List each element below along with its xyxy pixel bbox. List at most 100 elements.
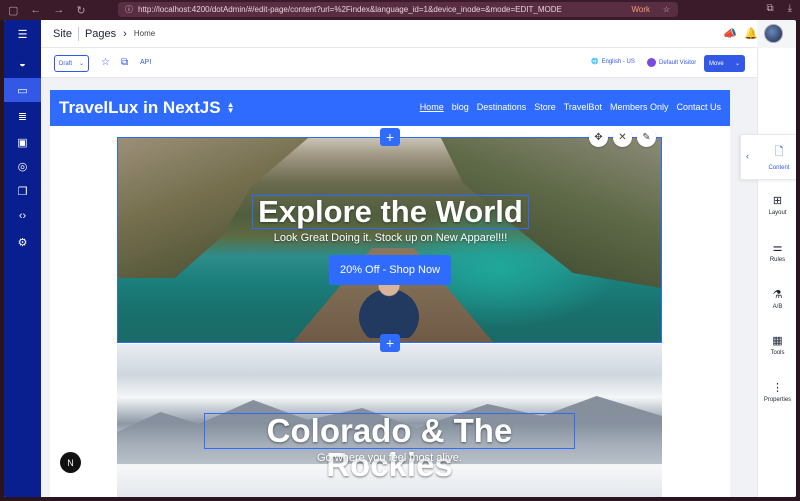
avatar[interactable]	[764, 24, 783, 43]
chevron-down-icon: ⌄	[78, 61, 84, 67]
reload-icon[interactable]: ↻	[76, 4, 85, 17]
hero-banner-explore[interactable]: Explore the World Look Great Doing it. S…	[117, 137, 662, 343]
breadcrumb: Site Pages › Home	[53, 26, 156, 41]
add-block-above-button[interactable]: +	[380, 128, 400, 146]
tab-tools-label: Tools	[770, 350, 785, 356]
back-icon[interactable]: ←	[30, 4, 41, 17]
add-block-between-button[interactable]: +	[380, 334, 400, 352]
copy-icon[interactable]: ❐	[4, 179, 41, 203]
nav-link-destinations[interactable]: Destinations	[477, 102, 527, 112]
info-icon: ⓘ	[125, 5, 133, 14]
layout-icon: ⊞	[772, 195, 783, 207]
editor-canvas: TravelLux in NextJS ▲ ▼ Home blog Destina…	[41, 78, 757, 497]
language-label: English - US	[601, 58, 635, 65]
dev-tools-icon[interactable]: ‹›	[4, 204, 41, 228]
bookmark-icon[interactable]: ☆	[663, 2, 670, 17]
media-icon[interactable]: ▣	[4, 130, 41, 154]
block-controls: ✥ ✕ ✎	[589, 128, 656, 147]
tab-tools[interactable]: ▦ Tools	[758, 334, 796, 356]
hero-subtitle: Look Great Doing it. Stock up on New App…	[273, 232, 508, 244]
edit-pencil-icon[interactable]: ✎	[637, 128, 656, 147]
tab-layout[interactable]: ⊞ Layout	[758, 194, 796, 216]
tab-rules[interactable]: ⚌ Rules	[758, 241, 796, 263]
settings-icon[interactable]: ⚙	[4, 230, 41, 254]
url-text: http://localhost:4200/dotAdmin/#/edit-pa…	[138, 5, 562, 14]
move-button[interactable]: Move ⌄	[704, 55, 745, 72]
extensions-icon[interactable]: ⧉	[766, 3, 773, 14]
hero-title[interactable]: Explore the World	[252, 195, 529, 229]
document-icon: 🗋	[774, 146, 784, 158]
site-browser-icon[interactable]: ▭	[4, 78, 41, 102]
editor-toolbar: Draft ⌄ ☆ ⧉ API 🌐 English - US Default V…	[41, 48, 757, 78]
more-vertical-icon: ⋮	[772, 382, 783, 394]
site-header: TravelLux in NextJS ▲ ▼ Home blog Destina…	[50, 90, 730, 126]
marketing-icon[interactable]: ◎	[4, 154, 41, 178]
drag-handle-icon[interactable]: ✥	[589, 128, 608, 147]
globe-icon: 🌐	[591, 59, 599, 65]
nav-link-members[interactable]: Members Only	[610, 102, 669, 112]
dotcms-app: ☰ ◒ ▭ ≣ ▣ ◎ ❐ ‹› ⚙ Site Pages › Home 📣 🔔…	[4, 20, 796, 497]
persona-icon	[647, 58, 656, 67]
tab-properties-label: Properties	[763, 397, 792, 403]
move-label: Move	[709, 60, 724, 67]
nav-link-home[interactable]: Home	[420, 102, 444, 112]
content-icon[interactable]: ≣	[4, 104, 41, 128]
delete-icon[interactable]: ✕	[613, 128, 632, 147]
draft-label: Draft	[59, 60, 73, 67]
announcements-icon[interactable]: 📣	[723, 27, 737, 40]
nav-link-travelbot[interactable]: TravelBot	[564, 102, 602, 112]
dotcms-logo-icon[interactable]: ◒	[4, 52, 41, 76]
nav-link-store[interactable]: Store	[534, 102, 556, 112]
page-preview: TravelLux in NextJS ▲ ▼ Home blog Destina…	[50, 90, 730, 497]
tab-layout-label: Layout	[768, 210, 787, 216]
site-switch-icon[interactable]: ▲ ▼	[227, 101, 235, 115]
chevron-left-icon[interactable]: ‹	[746, 151, 749, 161]
site-title-text: TravelLux in NextJS	[59, 98, 221, 117]
browser-chrome: ▢ ← → ↻ ⓘ http://localhost:4200/dotAdmin…	[0, 0, 800, 20]
breadcrumb-page: Home	[133, 29, 156, 38]
content-tab-label-wrap: 🗋 Content	[761, 143, 796, 171]
shop-now-button[interactable]: 20% Off - Shop Now	[329, 255, 451, 285]
divider	[77, 26, 79, 41]
persona-selector[interactable]: Default Visitor	[647, 58, 696, 67]
right-panel: ‹ 🗋 Content ⊞ Layout ⚌ Rules ⚗ A/B ▦ Too…	[740, 48, 796, 497]
sliders-icon: ⚌	[772, 242, 783, 254]
breadcrumb-site[interactable]: Site	[53, 28, 72, 40]
menu-icon[interactable]: ☰	[4, 22, 41, 46]
browser-actions: ⧉ ⤓	[766, 3, 792, 14]
tab-rules-label: Rules	[769, 257, 786, 263]
top-bar: Site Pages › Home 📣 🔔	[41, 20, 783, 48]
tab-content[interactable]: ‹ 🗋 Content	[740, 134, 796, 180]
grid-icon: ▦	[772, 335, 783, 347]
tab-ab[interactable]: ⚗ A/B	[758, 288, 796, 310]
language-selector[interactable]: 🌐 English - US	[591, 58, 635, 66]
tab-ab-label: A/B	[772, 304, 783, 310]
nav-link-contact[interactable]: Contact Us	[676, 102, 721, 112]
flask-icon: ⚗	[772, 289, 783, 301]
favorite-icon[interactable]: ☆	[101, 57, 110, 68]
main-sidebar: ☰ ◒ ▭ ≣ ▣ ◎ ❐ ‹› ⚙	[4, 20, 41, 497]
breadcrumb-pages[interactable]: Pages	[85, 28, 116, 40]
chevron-right-icon: ›	[123, 27, 127, 40]
sidebar-toggle-icon[interactable]: ▢	[8, 4, 18, 17]
draft-dropdown[interactable]: Draft ⌄	[54, 55, 89, 72]
address-bar[interactable]: ⓘ http://localhost:4200/dotAdmin/#/edit-…	[118, 2, 678, 17]
hero2-subtitle: Go where you feel most alive.	[317, 452, 462, 464]
profile-badge[interactable]: Work	[631, 2, 650, 17]
browser-nav: ▢ ← → ↻	[8, 4, 86, 17]
site-title[interactable]: TravelLux in NextJS ▲ ▼	[59, 98, 235, 118]
api-link[interactable]: API	[140, 59, 151, 66]
hero-banner-colorado[interactable]: Colorado & The Rockies Go where you feel…	[117, 344, 662, 497]
tab-content-label: Content	[768, 165, 790, 171]
site-nav-links: Home blog Destinations Store TravelBot M…	[420, 102, 721, 112]
tab-properties[interactable]: ⋮ Properties	[758, 381, 796, 403]
visitor-label: Default Visitor	[659, 59, 697, 66]
download-icon[interactable]: ⤓	[788, 3, 792, 14]
notifications-icon[interactable]: 🔔	[744, 27, 758, 40]
chevron-down-icon: ⌄	[734, 61, 740, 67]
hero2-title[interactable]: Colorado & The Rockies	[204, 413, 575, 482]
copy-url-icon[interactable]: ⧉	[121, 57, 128, 68]
forward-icon[interactable]: →	[53, 4, 64, 17]
nextjs-badge[interactable]: N	[60, 452, 81, 473]
nav-link-blog[interactable]: blog	[452, 102, 469, 112]
